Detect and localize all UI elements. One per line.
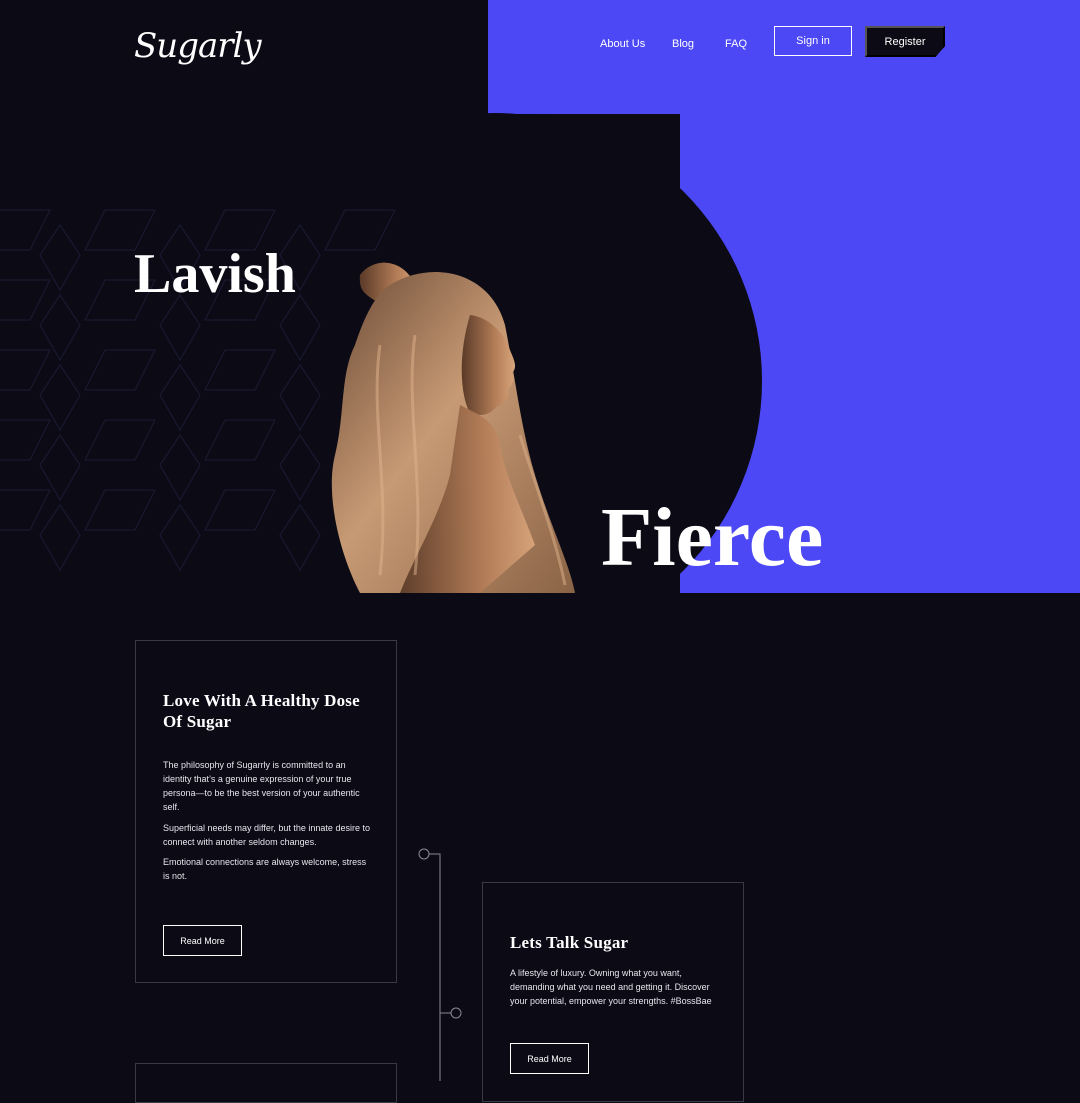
- nav-link-about-us[interactable]: About Us: [600, 38, 645, 50]
- card-paragraph: The philosophy of Sugarrly is committed …: [163, 760, 360, 812]
- story-card-lets-talk-sugar: Lets Talk Sugar A lifestyle of luxury. O…: [482, 882, 744, 1102]
- nav-link-blog[interactable]: Blog: [672, 38, 694, 50]
- logo-wordmark: Sugarly: [134, 26, 262, 66]
- nav-link-faq[interactable]: FAQ: [725, 38, 747, 50]
- card-title: Lets Talk Sugar: [510, 933, 629, 952]
- card-title-line: Of Sugar: [163, 712, 232, 731]
- hero-word-lavish: Lavish: [134, 243, 296, 305]
- hero-word-fierce: Fierce: [601, 491, 824, 584]
- card-title-line: Love With A Healthy Dose: [163, 691, 360, 710]
- read-more-button[interactable]: Read More: [510, 1043, 589, 1074]
- story-card-healthy-dose: Love With A Healthy Dose Of Sugar The ph…: [135, 640, 397, 983]
- card-paragraph: Emotional connections are always welcome…: [163, 857, 367, 881]
- read-more-button[interactable]: Read More: [163, 925, 242, 956]
- sign-in-button[interactable]: Sign in: [774, 26, 852, 56]
- card-title: Love With A Healthy Dose Of Sugar: [163, 690, 360, 732]
- sugarly-logo[interactable]: Sugarly: [134, 20, 262, 80]
- card-paragraph: Superficial needs may differ, but the in…: [163, 823, 370, 847]
- hero-portrait-image: [331, 262, 575, 593]
- card-paragraph: A lifestyle of luxury. Owning what you w…: [510, 968, 712, 1006]
- story-card: [135, 1063, 397, 1103]
- register-button[interactable]: Register: [865, 26, 945, 57]
